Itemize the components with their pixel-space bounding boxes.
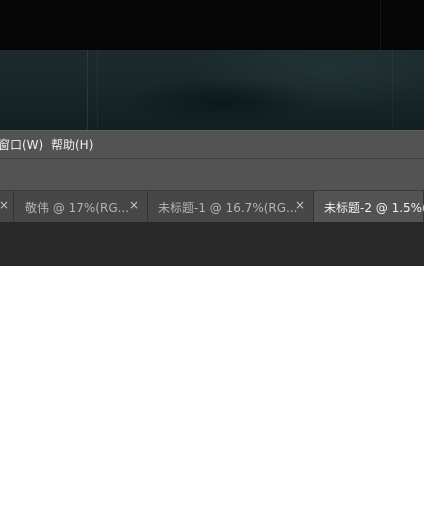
screen: 窗口(W) 帮助(H) × 敬伟 @ 17%(RG... × 未标题-1 @ 1… (0, 0, 424, 513)
divider (380, 0, 381, 50)
options-bar (0, 158, 424, 191)
menu-window[interactable]: 窗口(W) (0, 136, 43, 153)
close-icon[interactable]: × (0, 198, 9, 212)
wallpaper-streak (87, 50, 88, 130)
close-icon[interactable]: × (129, 198, 139, 212)
tab-label: 敬伟 @ 17%(RG... (25, 201, 130, 215)
desktop-top-strip (0, 0, 424, 50)
document-tab-bar: × 敬伟 @ 17%(RG... × 未标题-1 @ 16.7%(RG... ×… (0, 191, 424, 222)
tab-untitled-1[interactable]: 未标题-1 @ 16.7%(RG... × (148, 191, 314, 222)
canvas-area[interactable] (0, 222, 424, 266)
menu-help[interactable]: 帮助(H) (51, 136, 93, 153)
tab-partial[interactable]: × (0, 191, 14, 222)
menu-bar: 窗口(W) 帮助(H) (0, 130, 424, 158)
wallpaper-streak (392, 50, 393, 130)
tab-jingwei[interactable]: 敬伟 @ 17%(RG... × (14, 191, 148, 222)
close-icon[interactable]: × (295, 198, 305, 212)
tab-label: 未标题-2 @ 1.5%(R (324, 201, 424, 215)
wallpaper-streak (97, 50, 98, 130)
blank-area (0, 266, 424, 513)
desktop-wallpaper (0, 50, 424, 130)
tab-label: 未标题-1 @ 16.7%(RG... (158, 201, 298, 215)
tab-untitled-2[interactable]: 未标题-2 @ 1.5%(R (314, 191, 424, 222)
